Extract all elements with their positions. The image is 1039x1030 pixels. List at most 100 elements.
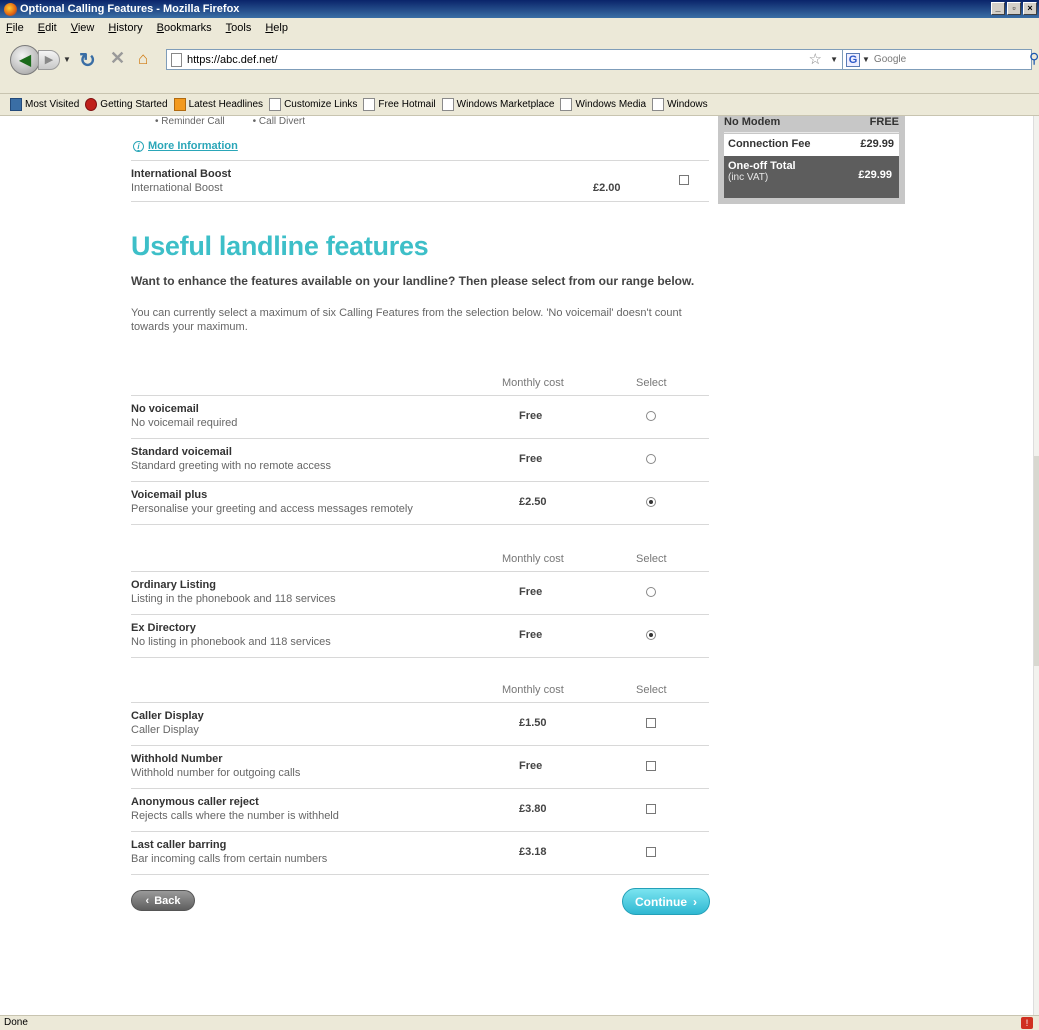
search-icon[interactable]: ⚲	[1029, 50, 1039, 67]
bookmark-windows-marketplace[interactable]: Windows Marketplace	[441, 98, 554, 111]
stop-icon[interactable]: ✕	[110, 48, 125, 69]
row-subtitle: Caller Display	[131, 724, 199, 736]
row-title: Anonymous caller reject	[131, 796, 259, 808]
section-intro: Want to enhance the features available o…	[131, 274, 695, 288]
row-cost: Free	[519, 586, 543, 598]
page-scrollbar[interactable]	[1033, 116, 1039, 1015]
table-row: Standard voicemail Standard greeting wit…	[131, 439, 709, 482]
select-header: Select	[636, 553, 667, 565]
bookmark-label: Windows	[667, 99, 708, 110]
row-title: Withhold Number	[131, 753, 223, 765]
back-arrow-icon[interactable]: ◀	[10, 45, 40, 75]
row-cost: £2.50	[519, 496, 547, 508]
withhold-number-checkbox[interactable]	[646, 761, 656, 771]
home-icon[interactable]: ⌂	[138, 49, 148, 69]
chevron-left-icon: ‹	[145, 894, 150, 907]
menu-bookmarks[interactable]: Bookmarks	[157, 22, 212, 34]
google-search-engine-icon[interactable]: G	[846, 52, 860, 67]
maximize-button[interactable]: ▫	[1007, 2, 1021, 15]
voicemail-options-table: Monthly cost Select No voicemail No voic…	[131, 371, 709, 525]
directory-listing-table: Monthly cost Select Ordinary Listing Lis…	[131, 547, 709, 658]
table-row: Last caller barring Bar incoming calls f…	[131, 832, 709, 875]
bookmark-windows[interactable]: Windows	[652, 98, 708, 111]
continue-button[interactable]: Continue ›	[622, 888, 710, 915]
table-row: Anonymous caller reject Rejects calls wh…	[131, 789, 709, 832]
back-button-label: Back	[154, 894, 181, 907]
search-bar[interactable]: G ▼ Google	[842, 49, 1032, 70]
last-caller-barring-checkbox[interactable]	[646, 847, 656, 857]
row-subtitle: Rejects calls where the number is withhe…	[131, 810, 339, 822]
international-boost-checkbox[interactable]	[679, 175, 689, 185]
bookmark-label: Customize Links	[284, 99, 358, 110]
url-bar[interactable]: https://abc.def.net/ ☆ ▼	[166, 49, 843, 70]
summary-row-modem: No Modem FREE	[724, 116, 899, 133]
close-button[interactable]: ×	[1023, 2, 1037, 15]
getting-started-icon	[85, 98, 98, 111]
bookmark-star-icon[interactable]: ☆	[809, 50, 822, 69]
menu-help[interactable]: Help	[265, 22, 288, 34]
back-button[interactable]: ‹ Back	[131, 890, 195, 911]
url-text[interactable]: https://abc.def.net/	[187, 54, 278, 66]
ordinary-listing-radio[interactable]	[646, 587, 656, 597]
row-cost: £1.50	[519, 717, 547, 729]
row-title: Caller Display	[131, 710, 204, 722]
feature-bullet-list: Reminder Call Call Divert	[155, 116, 305, 127]
reload-icon[interactable]: ↻	[79, 48, 96, 73]
bookmark-customize-links[interactable]: Customize Links	[269, 98, 357, 111]
table-row: Voicemail plus Personalise your greeting…	[131, 482, 709, 525]
bookmark-getting-started[interactable]: Getting Started	[85, 98, 168, 111]
more-information-label[interactable]: More Information	[148, 140, 238, 152]
row-title: Ordinary Listing	[131, 579, 216, 591]
window-titlebar: Optional Calling Features - Mozilla Fire…	[0, 0, 1039, 18]
most-visited-icon	[10, 98, 22, 111]
page-icon	[269, 98, 282, 111]
scrollbar-thumb[interactable]	[1034, 456, 1039, 666]
continue-button-label: Continue	[635, 894, 687, 909]
row-cost: Free	[519, 410, 543, 422]
page-icon	[560, 98, 573, 111]
menu-file[interactable]: File	[6, 22, 24, 34]
search-engine-dropdown-icon[interactable]: ▼	[862, 55, 870, 64]
url-dropdown-icon[interactable]: ▼	[830, 50, 838, 69]
forward-arrow-icon[interactable]: ▶	[38, 50, 60, 70]
menu-edit[interactable]: Edit	[38, 22, 57, 34]
bookmark-most-visited[interactable]: Most Visited	[10, 98, 79, 111]
window-title: Optional Calling Features - Mozilla Fire…	[20, 3, 240, 15]
row-cost: Free	[519, 453, 543, 465]
search-placeholder[interactable]: Google	[874, 54, 906, 65]
calling-features-table: Monthly cost Select Caller Display Calle…	[131, 678, 709, 875]
no-voicemail-radio[interactable]	[646, 411, 656, 421]
ex-directory-radio[interactable]	[646, 630, 656, 640]
history-dropdown-icon[interactable]: ▼	[63, 55, 71, 64]
row-title: Ex Directory	[131, 622, 196, 634]
menu-history[interactable]: History	[108, 22, 142, 34]
monthly-cost-header: Monthly cost	[502, 377, 564, 389]
row-subtitle: International Boost	[131, 182, 223, 194]
more-information-link[interactable]: i More Information	[133, 140, 238, 152]
standard-voicemail-radio[interactable]	[646, 454, 656, 464]
bookmark-latest-headlines[interactable]: Latest Headlines	[173, 98, 264, 111]
list-item: Reminder Call	[155, 116, 224, 127]
row-subtitle: No voicemail required	[131, 417, 238, 429]
row-title: Last caller barring	[131, 839, 227, 851]
caller-display-checkbox[interactable]	[646, 718, 656, 728]
window-controls: _ ▫ ×	[991, 2, 1037, 15]
menu-tools[interactable]: Tools	[226, 22, 252, 34]
summary-value: £29.99	[860, 138, 894, 150]
row-subtitle: Standard greeting with no remote access	[131, 460, 331, 472]
status-text: Done	[4, 1017, 28, 1028]
bookmark-free-hotmail[interactable]: Free Hotmail	[363, 98, 436, 111]
voicemail-plus-radio[interactable]	[646, 497, 656, 507]
anonymous-caller-reject-checkbox[interactable]	[646, 804, 656, 814]
bookmark-windows-media[interactable]: Windows Media	[560, 98, 646, 111]
row-cost: £2.00	[593, 182, 621, 194]
section-note: You can currently select a maximum of si…	[131, 307, 682, 333]
row-subtitle: Personalise your greeting and access mes…	[131, 503, 413, 515]
summary-value: FREE	[869, 116, 899, 128]
minimize-button[interactable]: _	[991, 2, 1005, 15]
addon-status-icon[interactable]: !	[1021, 1017, 1033, 1029]
bookmark-label: Free Hotmail	[378, 99, 436, 110]
menu-view[interactable]: View	[71, 22, 95, 34]
summary-row-connection-fee: Connection Fee £29.99	[724, 134, 899, 156]
bookmark-label: Latest Headlines	[188, 99, 264, 110]
